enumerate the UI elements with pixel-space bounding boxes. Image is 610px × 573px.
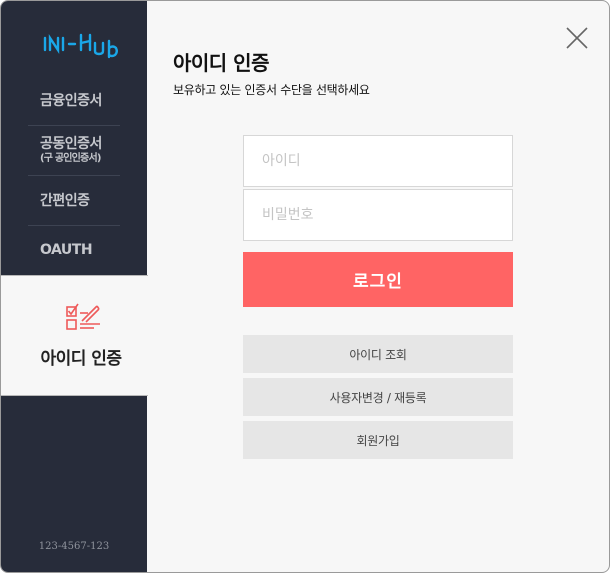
change-user-button[interactable]: 사용자변경 / 재등록 bbox=[243, 378, 513, 416]
nav-oauth-label: OAUTH bbox=[40, 242, 93, 258]
password-input[interactable] bbox=[243, 189, 513, 241]
nav-joint-cert-sublabel: (구 공인인증서) bbox=[40, 153, 101, 164]
tab-id-auth-label: 아이디 인증 bbox=[40, 349, 122, 369]
nav-joint-cert-label: 공동인증서 bbox=[40, 136, 102, 152]
nav-oauth[interactable]: OAUTH bbox=[28, 226, 120, 275]
nav-financial-cert[interactable]: 금융인증서 bbox=[28, 77, 120, 126]
id-input[interactable] bbox=[243, 135, 513, 187]
close-icon[interactable] bbox=[564, 25, 590, 51]
page-title: 아이디 인증 bbox=[173, 51, 269, 75]
page-subtitle: 보유하고 있는 인증서 수단을 선택하세요 bbox=[173, 83, 370, 97]
auth-dialog: 금융인증서 공동인증서 (구 공인인증서) 간편인증 OAUTH 123-456… bbox=[0, 0, 610, 573]
nav-joint-cert[interactable]: 공동인증서 (구 공인인증서) bbox=[28, 126, 120, 176]
nav-simple-auth[interactable]: 간편인증 bbox=[28, 176, 120, 226]
nav-financial-cert-label: 금융인증서 bbox=[40, 93, 102, 109]
id-auth-icon bbox=[66, 303, 100, 330]
ini-hub-logo bbox=[43, 33, 118, 59]
signup-button[interactable]: 회원가입 bbox=[243, 421, 513, 459]
login-button[interactable]: 로그인 bbox=[243, 252, 513, 307]
nav-simple-auth-label: 간편인증 bbox=[40, 193, 90, 209]
find-id-button[interactable]: 아이디 조회 bbox=[243, 335, 513, 373]
support-phone: 123-4567-123 bbox=[38, 541, 110, 552]
tab-id-auth[interactable]: 아이디 인증 bbox=[1, 275, 148, 396]
